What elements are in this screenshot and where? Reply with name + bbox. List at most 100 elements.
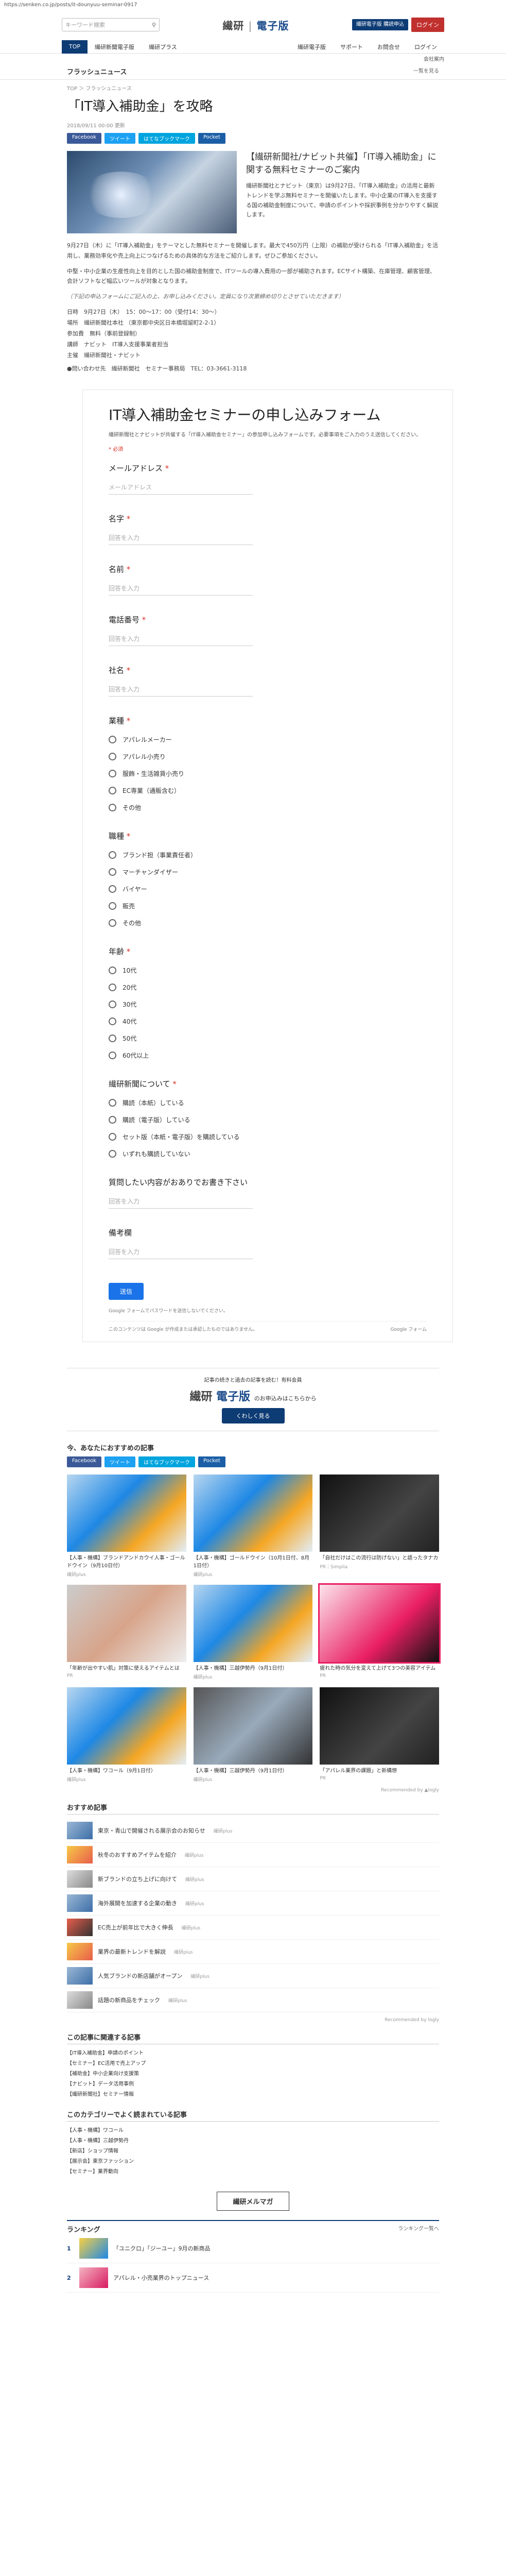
list-item-text[interactable]: 新ブランドの立ち上げに向けて	[98, 1875, 177, 1883]
recommend-card[interactable]: 「アパレル業界の課題」と新構想 PR	[320, 1687, 439, 1783]
card-title[interactable]: 「年齢が出やすい肌」対策に使えるアイテムとは	[67, 1665, 186, 1672]
promo-button[interactable]: くわしく見る	[221, 1408, 285, 1424]
radio-circle-icon[interactable]	[109, 1099, 116, 1107]
radio-circle-icon[interactable]	[109, 885, 116, 893]
radio-circle-icon[interactable]	[109, 851, 116, 859]
text-answer-input[interactable]: 回答を入力	[109, 533, 253, 546]
recommend-card[interactable]: 疲れた時の気分を変えて上げて3つの美容アイテム PR	[318, 1583, 441, 1680]
radio-option[interactable]: いずれも購読していない	[109, 1149, 427, 1158]
list-thumbnail[interactable]	[67, 1967, 93, 1985]
share-facebook-button[interactable]: Facebook	[67, 133, 101, 144]
share-pocket-button[interactable]: Pocket	[198, 133, 225, 144]
login-button[interactable]: ログイン	[411, 18, 444, 32]
recommend-card[interactable]: 【人事・機構】三越伊勢丹（9月1日付） 繊研plus	[193, 1687, 313, 1783]
list-item-text[interactable]: 東京・青山で開催される展示会のお知らせ	[98, 1826, 205, 1835]
submit-button[interactable]: 送信	[109, 1283, 144, 1300]
card-title[interactable]: 「アパレル業界の課題」と新構想	[320, 1767, 439, 1775]
share-hatena-button[interactable]: はてなブックマーク	[138, 133, 195, 144]
ranking-item[interactable]: 1 「ユニクロ」「ジーユー」9月の新商品	[67, 2234, 439, 2264]
radio-option[interactable]: 50代	[109, 1034, 427, 1043]
card-title[interactable]: 【人事・機構】ブランドアンドカウイ人事・ゴールドウイン（9月10日付）	[67, 1554, 186, 1570]
radio-circle-icon[interactable]	[109, 1018, 116, 1026]
share-twitter-button[interactable]: ツイート	[104, 133, 135, 144]
radio-option[interactable]: 60代以上	[109, 1051, 427, 1060]
radio-circle-icon[interactable]	[109, 967, 116, 975]
rank-thumbnail[interactable]	[79, 2238, 108, 2259]
radio-circle-icon[interactable]	[109, 1001, 116, 1009]
list-item-text[interactable]: 海外展開を加速する企業の動き	[98, 1899, 177, 1907]
card-thumbnail[interactable]	[193, 1475, 313, 1552]
search-icon[interactable]: ⚲	[152, 22, 156, 28]
radio-option[interactable]: 30代	[109, 1000, 427, 1009]
list-item[interactable]: 話題の新商品をチェック 繊研plus	[67, 1988, 439, 2013]
radio-circle-icon[interactable]	[109, 919, 116, 927]
share-pocket-button[interactable]: Pocket	[198, 1456, 225, 1468]
related-link[interactable]: 【ナビット】データ活用事例	[67, 2079, 439, 2090]
site-logo[interactable]: 繊研 | 電子版	[160, 18, 352, 32]
radio-option[interactable]: アパレル小売り	[109, 752, 427, 761]
nav-item-denshiban[interactable]: 繊研新聞電子版	[88, 40, 142, 54]
radio-option[interactable]: その他	[109, 919, 427, 927]
rank-thumbnail[interactable]	[79, 2267, 108, 2289]
text-answer-input[interactable]: 回答を入力	[109, 1247, 253, 1260]
subscribe-button[interactable]: 繊研電子版 購読申込	[352, 19, 408, 30]
radio-circle-icon[interactable]	[109, 1150, 116, 1158]
text-answer-input[interactable]: 回答を入力	[109, 1197, 253, 1209]
share-hatena-button[interactable]: はてなブックマーク	[138, 1456, 195, 1468]
list-item[interactable]: EC売上が前年比で大きく伸長 繊研plus	[67, 1916, 439, 1940]
radio-option[interactable]: 販売	[109, 902, 427, 910]
list-thumbnail[interactable]	[67, 1919, 93, 1937]
form-brand[interactable]: Google フォーム	[391, 1326, 427, 1332]
radio-option[interactable]: 40代	[109, 1017, 427, 1026]
radio-option[interactable]: 20代	[109, 983, 427, 992]
list-item-text[interactable]: 話題の新商品をチェック	[98, 1996, 160, 2004]
ranking-item[interactable]: 2 アパレル・小売業界のトップニュース	[67, 2263, 439, 2293]
text-answer-input[interactable]: メールアドレス	[109, 483, 253, 495]
radio-circle-icon[interactable]	[109, 787, 116, 795]
ranking-more-link[interactable]: ランキング一覧へ	[398, 2224, 439, 2234]
radio-circle-icon[interactable]	[109, 804, 116, 812]
related-link[interactable]: 【セミナー】EC活用で売上アップ	[67, 2059, 439, 2069]
radio-circle-icon[interactable]	[109, 1133, 116, 1141]
card-thumbnail[interactable]	[67, 1475, 186, 1552]
mail-magazine-button[interactable]: 繊研メルマガ	[217, 2192, 289, 2211]
category-link[interactable]: 【新店】ショップ情報	[67, 2146, 439, 2157]
category-link[interactable]: 【セミナー】業界動向	[67, 2167, 439, 2177]
card-title[interactable]: 【人事・機構】三越伊勢丹（9月1日付）	[194, 1665, 313, 1672]
recommend-card[interactable]: 【人事・機構】三越伊勢丹（9月1日付） 繊研plus	[193, 1585, 313, 1680]
radio-option[interactable]: マーチャンダイザー	[109, 868, 427, 876]
nav-right-3[interactable]: お問合せ	[370, 40, 407, 54]
card-title[interactable]: 【人事・機構】三越伊勢丹（9月1日付）	[194, 1767, 313, 1775]
list-item[interactable]: 業界の最新トレンドを解説 繊研plus	[67, 1940, 439, 1964]
category-link[interactable]: 【展示会】東京ファッション	[67, 2157, 439, 2167]
nav-right-2[interactable]: サポート	[333, 40, 370, 54]
list-item-text[interactable]: 秋冬のおすすめアイテムを紹介	[98, 1851, 177, 1859]
radio-option[interactable]: EC専業（通販含む）	[109, 786, 427, 795]
list-item-text[interactable]: EC売上が前年比で大きく伸長	[98, 1923, 173, 1931]
card-thumbnail[interactable]	[193, 1687, 313, 1765]
radio-option[interactable]: バイヤー	[109, 885, 427, 893]
list-thumbnail[interactable]	[67, 1943, 93, 1961]
category-link[interactable]: 【人事・機構】三越伊勢丹	[67, 2136, 439, 2146]
nav-right-4[interactable]: ログイン	[407, 40, 444, 54]
list-thumbnail[interactable]	[67, 1846, 93, 1864]
recommend-card[interactable]: 【人事・機構】ゴールドウイン（10月1日付、8月1日付） 繊研plus	[193, 1475, 313, 1578]
radio-option[interactable]: 服飾・生活雑貨小売り	[109, 769, 427, 778]
radio-option[interactable]: 購読（本紙）している	[109, 1098, 427, 1107]
radio-circle-icon[interactable]	[109, 1052, 116, 1060]
radio-circle-icon[interactable]	[109, 770, 116, 778]
list-thumbnail[interactable]	[67, 1894, 93, 1912]
radio-circle-icon[interactable]	[109, 868, 116, 876]
radio-option[interactable]: 10代	[109, 966, 427, 975]
card-thumbnail[interactable]	[320, 1687, 439, 1765]
card-thumbnail[interactable]	[193, 1585, 313, 1663]
text-answer-input[interactable]: 回答を入力	[109, 685, 253, 697]
card-thumbnail[interactable]	[320, 1475, 439, 1552]
list-thumbnail[interactable]	[67, 1822, 93, 1840]
radio-circle-icon[interactable]	[109, 1116, 116, 1124]
radio-circle-icon[interactable]	[109, 984, 116, 992]
related-link[interactable]: 【IT導入補助金】申請のポイント	[67, 2048, 439, 2059]
share-twitter-button[interactable]: ツイート	[104, 1456, 135, 1468]
list-item[interactable]: 新ブランドの立ち上げに向けて 繊研plus	[67, 1867, 439, 1892]
recommend-card[interactable]: 【人事・機構】ワコール（9月1日付） 繊研plus	[67, 1687, 186, 1783]
